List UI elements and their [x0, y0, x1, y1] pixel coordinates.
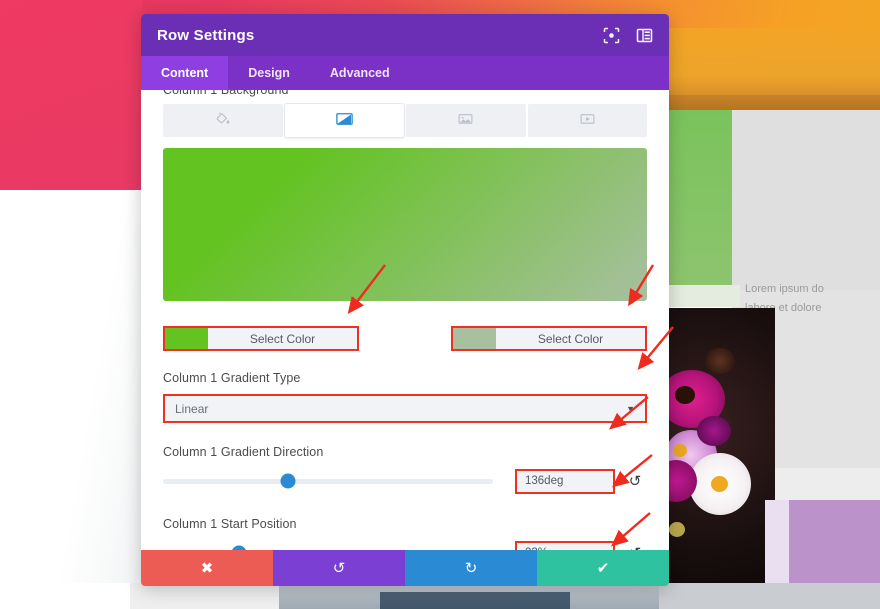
cancel-button[interactable]: ✖	[141, 550, 273, 586]
select-color-label-start: Select Color	[208, 328, 357, 349]
start-position-row: 23% ↺	[163, 540, 647, 550]
select-color-button-start[interactable]: Select Color	[163, 326, 359, 351]
hero-orange-band-dark	[669, 95, 880, 110]
background-color-tab[interactable]	[163, 104, 283, 137]
gradient-type-value: Linear	[175, 401, 209, 416]
gradient-type-label: Column 1 Gradient Type	[163, 371, 301, 385]
gradient-direction-label: Column 1 Gradient Direction	[163, 445, 324, 459]
start-position-input[interactable]: 23%	[515, 540, 615, 550]
bottom-white-block	[0, 583, 132, 609]
modal-tabbar: Content Design Advanced	[141, 56, 669, 90]
redo-button[interactable]: ↻	[405, 550, 537, 586]
page-white-area	[0, 190, 142, 583]
gradient-icon	[335, 109, 354, 133]
focus-target-icon[interactable]	[603, 27, 620, 44]
screenshot-root: Lorem ipsum do labore et dolore Row Sett…	[0, 0, 880, 609]
bottom-left-block	[130, 583, 280, 609]
color-swatch-start	[165, 328, 208, 349]
modal-title: Row Settings	[157, 26, 255, 44]
row-settings-modal: Row Settings Content Design Advanced Col…	[141, 14, 669, 586]
undo-button[interactable]: ↺	[273, 550, 405, 586]
tab-design[interactable]: Design	[228, 56, 310, 90]
background-type-toggle	[163, 104, 647, 137]
background-gradient-tab[interactable]	[284, 104, 404, 137]
modal-header-actions	[603, 27, 653, 44]
bottom-right-block	[659, 583, 880, 609]
video-icon	[579, 110, 596, 132]
gradient-direction-slider[interactable]	[163, 473, 493, 489]
gradient-direction-slider-handle[interactable]	[280, 473, 296, 489]
image-icon	[457, 110, 474, 132]
start-position-slider-handle[interactable]	[231, 545, 247, 550]
paint-bucket-icon	[214, 110, 231, 132]
background-image-tab[interactable]	[406, 104, 526, 137]
modal-header: Row Settings	[141, 14, 669, 56]
select-color-button-end[interactable]: Select Color	[451, 326, 647, 351]
color-buttons-row: Select Color Select Color	[163, 326, 647, 351]
layout-panel-icon[interactable]	[636, 27, 653, 44]
bottom-photo-inner	[380, 592, 570, 609]
tab-advanced[interactable]: Advanced	[310, 56, 410, 90]
save-button[interactable]: ✔	[537, 550, 669, 586]
color-swatch-end	[453, 328, 496, 349]
chevron-down-icon: ▼	[626, 403, 635, 414]
modal-body: Column 1 Background Select Color Select …	[141, 90, 669, 550]
background-video-tab[interactable]	[527, 104, 647, 137]
start-position-reset-icon[interactable]: ↺	[623, 544, 647, 550]
white-card-block	[669, 285, 740, 307]
gradient-preview	[163, 148, 647, 301]
gray-content-panel	[732, 110, 880, 290]
column-background-label: Column 1 Background	[163, 90, 289, 97]
tab-content[interactable]: Content	[141, 56, 229, 90]
flower-photo	[667, 308, 775, 609]
gradient-direction-input[interactable]: 136deg	[515, 468, 615, 494]
gradient-direction-reset-icon[interactable]: ↺	[623, 472, 647, 490]
modal-footer: ✖ ↺ ↻ ✔	[141, 550, 669, 586]
select-color-label-end: Select Color	[496, 328, 645, 349]
hero-left-block	[0, 0, 142, 190]
start-position-label: Column 1 Start Position	[163, 517, 297, 531]
lorem-line-1: Lorem ipsum do	[745, 283, 824, 295]
green-column-block	[669, 110, 732, 285]
gradient-type-select[interactable]: Linear ▼	[163, 394, 647, 423]
gradient-direction-row: 136deg ↺	[163, 468, 647, 494]
